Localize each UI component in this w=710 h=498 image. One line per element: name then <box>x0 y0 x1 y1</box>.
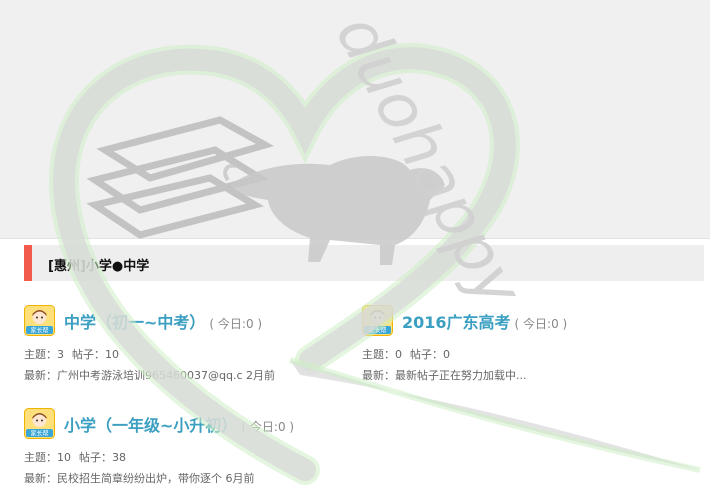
forum-item-middle-school: 家长帮 中学（初一~中考） ( 今日:0 ) 主题：3 帖子：10 最新：广州中考游… <box>24 305 354 385</box>
forum-title-link[interactable]: 2016广东高考( 今日:0 ) <box>402 309 567 333</box>
forum-today-count: ( 今日:0 ) <box>209 317 263 331</box>
latest-label: 最新： <box>24 369 57 382</box>
section-header: [惠州]小学●中学 <box>24 245 704 281</box>
latest-time: 2月前 <box>246 369 275 382</box>
forum-today-count: ( 今日:0 ) <box>241 420 295 434</box>
mascot-avatar-icon[interactable]: 家长帮 <box>24 305 55 336</box>
topics-label: 主题： <box>24 451 57 464</box>
posts-count: 38 <box>112 451 126 464</box>
forum-stats: 主题：0 帖子：0 <box>362 346 450 362</box>
forum-latest: 最新：广州中考游泳培训965460037@qq.c 2月前 <box>24 367 275 383</box>
avatar-label: 家长帮 <box>30 430 48 438</box>
latest-time: 6月前 <box>225 472 255 485</box>
forum-title[interactable]: 小学（一年级~小升初） <box>64 416 237 435</box>
mascot-avatar-icon[interactable]: 家长帮 <box>362 305 393 336</box>
latest-post-link[interactable]: 广州中考游泳培训965460037@qq.c <box>57 369 243 382</box>
topics-label: 主题： <box>24 348 57 361</box>
forum-stats: 主题：10 帖子：38 <box>24 449 126 465</box>
forum-latest: 最新：民校招生简章纷纷出炉，带你逐个 6月前 <box>24 470 255 486</box>
forum-item-gaokao: 家长帮 2016广东高考( 今日:0 ) 主题：0 帖子：0 最新：最新帖子正在努… <box>362 305 692 385</box>
posts-count: 10 <box>105 348 119 361</box>
posts-label: 帖子： <box>410 348 443 361</box>
forum-stats: 主题：3 帖子：10 <box>24 346 119 362</box>
forum-item-primary-school: 家长帮 小学（一年级~小升初） ( 今日:0 ) 主题：10 帖子：38 最新：民校… <box>24 408 354 488</box>
posts-label: 帖子： <box>72 348 105 361</box>
topics-count: 3 <box>57 348 64 361</box>
latest-label: 最新： <box>24 472 57 485</box>
forum-today-count: ( 今日:0 ) <box>514 317 568 331</box>
topics-count: 0 <box>395 348 402 361</box>
latest-post-link[interactable]: 民校招生简章纷纷出炉，带你逐个 <box>57 472 222 485</box>
mascot-avatar-icon[interactable]: 家长帮 <box>24 408 55 439</box>
topics-count: 10 <box>57 451 71 464</box>
forum-latest: 最新：最新帖子正在努力加载中... <box>362 367 527 383</box>
section-title: [惠州]小学●中学 <box>48 259 150 274</box>
forum-title-link[interactable]: 小学（一年级~小升初） ( 今日:0 ) <box>64 412 294 436</box>
forum-title-link[interactable]: 中学（初一~中考） ( 今日:0 ) <box>64 309 262 333</box>
posts-label: 帖子： <box>79 451 112 464</box>
posts-count: 0 <box>443 348 450 361</box>
latest-label: 最新： <box>362 369 395 382</box>
avatar-label: 家长帮 <box>30 327 48 335</box>
avatar-label: 家长帮 <box>368 327 386 335</box>
forum-title[interactable]: 2016广东高考 <box>402 313 511 332</box>
topics-label: 主题： <box>362 348 395 361</box>
latest-post-link[interactable]: 最新帖子正在努力加载中... <box>395 369 527 382</box>
forum-title[interactable]: 中学（初一~中考） <box>64 313 205 332</box>
top-banner <box>0 0 710 239</box>
